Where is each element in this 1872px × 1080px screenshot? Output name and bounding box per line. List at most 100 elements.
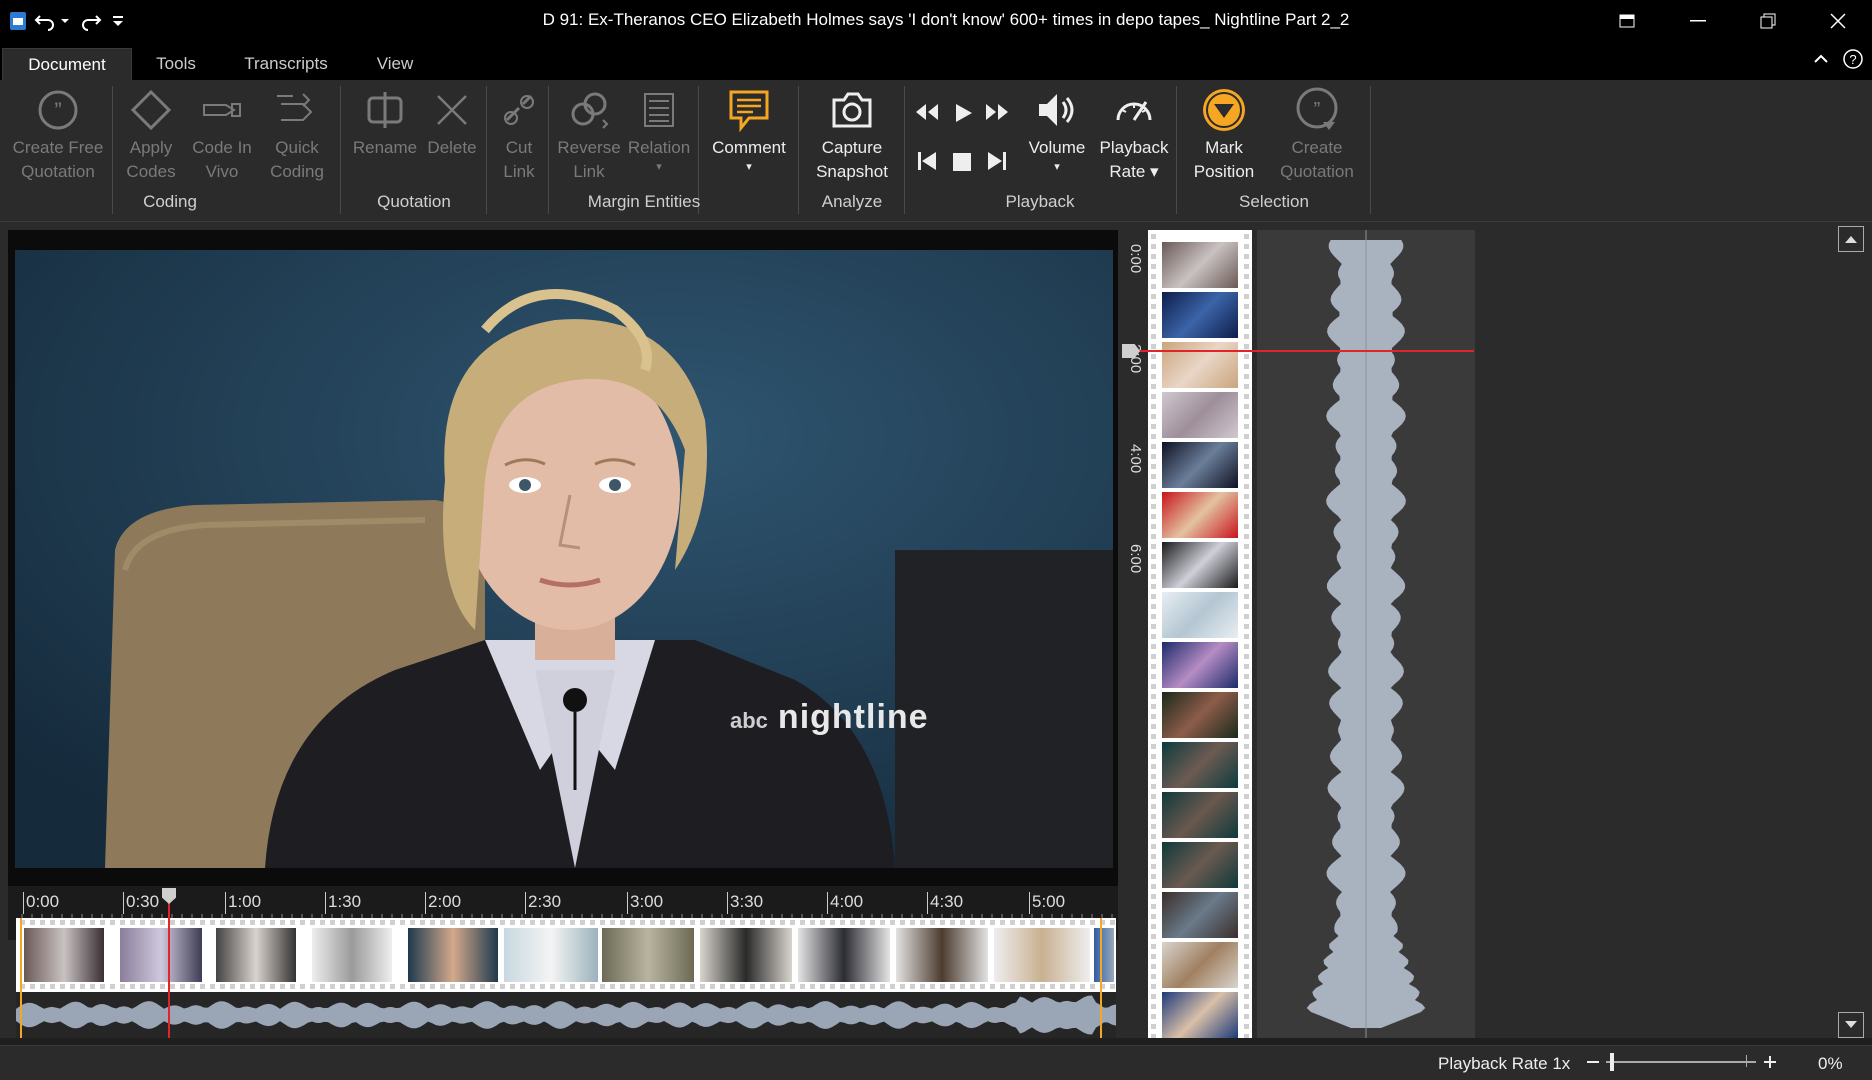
mark-position-button[interactable]: Mark Position [1184,84,1264,188]
create-quotation-button[interactable]: ” Create Quotation [1270,84,1364,188]
playback-rate-button[interactable]: Playback Rate ▾ [1094,84,1174,188]
skip-to-start-icon[interactable] [916,150,938,177]
audio-waveform[interactable] [16,992,1116,1038]
svg-text:”: ” [1314,99,1321,121]
cut-link-button[interactable]: Cut Link [494,84,544,188]
help-icon[interactable]: ? [1842,48,1864,75]
vertical-filmstrip-thumbnail [1162,842,1238,888]
vertical-timeline: 0:00 2:00 4:00 6:00 [1122,230,1478,1038]
timeline-tick: 1:00 [224,892,262,914]
stop-icon[interactable] [952,152,972,177]
code-in-vivo-button[interactable]: Code In Vivo [186,84,258,188]
filmstrip-thumbnail [120,928,202,982]
timeline-tick: 2:30 [524,892,562,914]
fast-forward-icon[interactable] [984,102,1010,127]
filmstrip-thumbnail [216,928,296,982]
tab-transcripts[interactable]: Transcripts [230,48,342,80]
scroll-down-button[interactable] [1838,1012,1864,1038]
dropdown-chevron: ▾ [746,161,752,173]
video-filmstrip[interactable] [16,918,1116,992]
button-label-line1: Relation [627,138,691,157]
tab-document[interactable]: Document [2,48,132,80]
zoom-slider-track[interactable] [1606,1061,1756,1063]
play-icon[interactable] [952,102,974,129]
ribbon-display-options-icon[interactable] [1607,6,1647,36]
tab-view[interactable]: View [360,48,430,80]
button-label-line2: Quotation [1280,162,1354,181]
tab-tools[interactable]: Tools [140,48,212,80]
timeline-tick: 3:30 [726,892,764,914]
create-free-quotation-button[interactable]: ” Create Free Quotation [6,84,110,188]
timeline-tick: 3:00 [626,892,664,914]
rename-button[interactable]: Rename [348,84,422,188]
camera-icon [822,84,882,136]
button-label-line1: Delete [427,138,477,157]
filmstrip-thumbnail [1094,928,1114,982]
filmstrip-thumbnail [408,928,498,982]
button-label-line1: Create Free [12,138,104,157]
svg-text:?: ? [1849,52,1856,67]
quote-bubble-icon: ” [28,84,88,136]
button-label-line1: Volume [1028,138,1086,157]
group-label-analyze: Analyze [821,192,883,211]
capture-snapshot-button[interactable]: Capture Snapshot [806,84,898,188]
selection-end-marker[interactable] [1100,918,1102,1038]
video-player[interactable]: abc nightline [8,230,1118,886]
close-button[interactable] [1818,6,1858,36]
zoom-in-icon[interactable] [1762,1052,1778,1077]
rewind-icon[interactable] [914,102,940,127]
vertical-tick: 0:00 [1127,244,1144,274]
diamond-icon [121,84,181,136]
button-label-line2: Link [573,162,605,181]
quick-coding-button[interactable]: Quick Coding [260,84,334,188]
collapse-ribbon-icon[interactable] [1812,50,1830,73]
minimize-button[interactable] [1678,6,1718,36]
reverse-link-icon [559,84,619,136]
delete-x-icon [422,84,482,136]
dropdown-chevron: ▾ [656,161,662,173]
apply-codes-button[interactable]: Apply Codes [118,84,184,188]
status-bar: Playback Rate 1x 0% [0,1045,1872,1080]
vertical-tick: 6:00 [1127,544,1144,574]
playhead-line[interactable] [168,892,170,1038]
delete-button[interactable]: Delete [424,84,480,188]
filmstrip-thumbnail [798,928,890,982]
zoom-slider-end-tick [1746,1055,1747,1067]
ribbon: ” Create Free Quotation Apply Codes Code… [0,80,1872,222]
scroll-up-button[interactable] [1838,226,1864,252]
quick-coding-icon [267,84,327,136]
button-label-line1: Code In [192,138,252,157]
timeline-tick: 4:00 [826,892,864,914]
group-separator [1370,86,1371,214]
group-label-margin-entities: Margin Entities [587,192,701,211]
vertical-playhead-line[interactable] [1122,350,1474,352]
volume-button[interactable]: Volume ▾ [1022,84,1092,188]
vertical-filmstrip-thumbnail [1162,892,1238,938]
playback-rate-status: Playback Rate 1x [1438,1054,1571,1073]
zoom-slider-thumb[interactable] [1610,1053,1614,1071]
relation-icon [629,84,689,136]
button-label-line2: Snapshot [816,162,888,181]
video-frame[interactable]: abc nightline [15,250,1113,868]
vertical-tick: 4:00 [1127,444,1144,474]
watermark-prefix: abc [730,708,768,733]
reverse-link-button[interactable]: Reverse Link [554,84,624,188]
selection-start-marker[interactable] [20,918,22,1038]
button-label-line1: Rename [352,138,418,157]
group-label-playback: Playback [1005,192,1075,211]
button-label-line1: Capture [821,138,883,157]
restore-button[interactable] [1748,6,1788,36]
button-label-line1: Reverse [557,138,621,157]
zoom-out-icon[interactable] [1586,1052,1600,1077]
vertical-filmstrip-thumbnail [1162,592,1238,638]
skip-to-end-icon[interactable] [986,150,1008,177]
comment-button[interactable]: Comment ▾ [704,84,794,188]
title-bar: D 91: Ex-Theranos CEO Elizabeth Holmes s… [0,0,1872,42]
window-title: D 91: Ex-Theranos CEO Elizabeth Holmes s… [542,10,1350,29]
vertical-filmstrip-thumbnail [1162,342,1238,388]
relation-button[interactable]: Relation ▾ [626,84,692,188]
timeline-tick: 2:00 [424,892,462,914]
vertical-filmstrip-thumbnail [1162,992,1238,1038]
group-separator [1176,86,1177,214]
filmstrip-thumbnail [24,928,104,982]
